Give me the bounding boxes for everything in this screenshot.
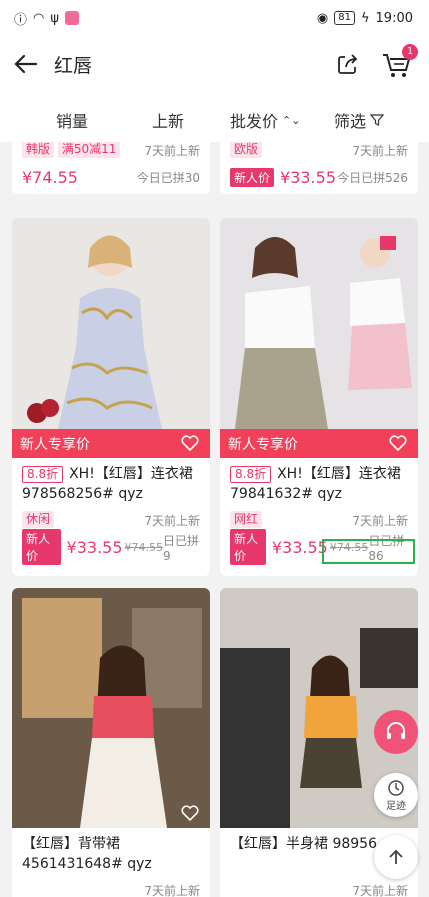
product-image[interactable] [12,588,210,828]
sort-new-label: 上新 [152,112,185,131]
status-bar: ⓘ ◠ ψ ◉ 81 ϟ 19:00 [0,0,429,36]
favorite-heart-icon[interactable] [180,433,200,453]
product-card[interactable]: 韩版 满50减11 7天前上新 ¥74.55 今日已拼30 [12,142,210,194]
price: ¥33.55 [280,167,336,187]
headset-icon [387,722,405,739]
favorite-heart-icon[interactable] [388,433,408,453]
share-icon[interactable] [334,50,362,78]
back-to-top-button[interactable] [374,835,418,879]
price: ¥33.55 [271,537,328,557]
sort-bar: 销量 上新 批发价 ⌃⌄ 筛选 [0,92,429,142]
footprint-icon [388,780,404,796]
listing-age: 7天前上新 [352,514,408,528]
style-tag: 休闲 [22,511,55,528]
product-title-text: 【红唇】半身裙 98956 [230,836,377,852]
customer-service-button[interactable] [374,710,418,754]
sold-count: 今日已拼526 [337,170,408,185]
listing-age: 7天前上新 [144,514,200,528]
arrow-up-icon [389,849,403,864]
listing-age: 7天前上新 [144,144,200,158]
new-user-price-badge: 新人价 [230,167,275,187]
style-tag: 欧版 [230,142,263,158]
sort-new-tab[interactable]: 上新 [152,108,184,132]
product-image[interactable]: 新人专享价 [12,218,210,458]
sort-wholesale-tab[interactable]: 批发价 ⌃⌄ [230,108,300,132]
wifi-icon: ◠ [33,10,45,26]
filter-icon [370,114,385,126]
sold-count: 日已拼9 [163,533,200,563]
price: ¥74.55 [22,167,78,187]
discount-badge: 8.8折 [22,466,64,483]
sort-sales-label: 销量 [56,112,89,131]
product-card[interactable]: 新人专享价 8.8折 XH!【红唇】连衣裙79841632# qyz 网红 7天前… [220,218,418,576]
eye-icon: ◉ [316,10,329,26]
sort-sales-tab[interactable]: 销量 [56,108,88,132]
product-card[interactable]: 新人专享价 8.8折 XH!【红唇】连衣裙978568256# qyz 休闲 7天… [12,218,210,576]
product-image[interactable]: 新人专享价 [220,218,418,458]
product-title: 8.8折 XH!【红唇】连衣裙978568256# qyz [12,458,210,508]
product-card[interactable]: 【红唇】背带裙4561431648# qyz 7天前上新 [12,588,210,897]
dress-photo [220,218,418,458]
clock: 19:00 [375,10,413,26]
app-bar: 红唇 1 [0,36,429,92]
price: ¥33.55 [66,537,123,557]
style-tag: 网红 [230,511,263,528]
footprint-label: 足迹 [386,801,406,812]
promo-tag: 满50减11 [57,142,121,158]
favorite-heart-icon[interactable] [180,803,200,823]
cart-count-badge: 1 [402,44,418,60]
product-title: 8.8折 XH!【红唇】连衣裙79841632# qyz [220,458,418,508]
style-tag: 韩版 [22,142,55,158]
listing-age: 7天前上新 [352,144,408,158]
charging-icon: ϟ [360,10,370,26]
usb-icon: ψ [50,10,59,26]
dress-photo [12,218,210,458]
listing-age: 7天前上新 [352,884,408,897]
new-user-price-badge: 新人价 [230,529,266,565]
back-arrow-icon[interactable] [12,50,40,78]
page-title: 红唇 [54,55,93,77]
sold-count: 今日已拼30 [136,170,200,185]
sort-updown-icon: ⌃⌄ [282,113,301,127]
sort-wholesale-label: 批发价 [230,112,279,131]
discount-badge: 8.8折 [230,466,272,483]
highlight-box [322,539,415,564]
original-price: ¥74.55 [124,540,164,554]
product-title: 【红唇】背带裙4561431648# qyz [12,828,210,878]
product-feed[interactable]: 韩版 满50减11 7天前上新 ¥74.55 今日已拼30 欧版 7天前上新 新… [0,142,429,897]
new-user-price-badge: 新人价 [22,529,61,565]
product-card[interactable]: 欧版 7天前上新 新人价 ¥33.55 今日已拼526 [220,142,418,194]
dress-photo [12,588,210,828]
listing-age: 7天前上新 [144,884,200,897]
footprint-button[interactable]: 足迹 [374,773,418,817]
product-title-text: 【红唇】背带裙4561431648# qyz [22,836,152,872]
filter-label: 筛选 [334,112,367,131]
battery-indicator: 81 [334,11,355,25]
alert-icon: ⓘ [14,12,28,28]
filter-tab[interactable]: 筛选 [334,108,385,132]
app-icon [64,11,79,25]
